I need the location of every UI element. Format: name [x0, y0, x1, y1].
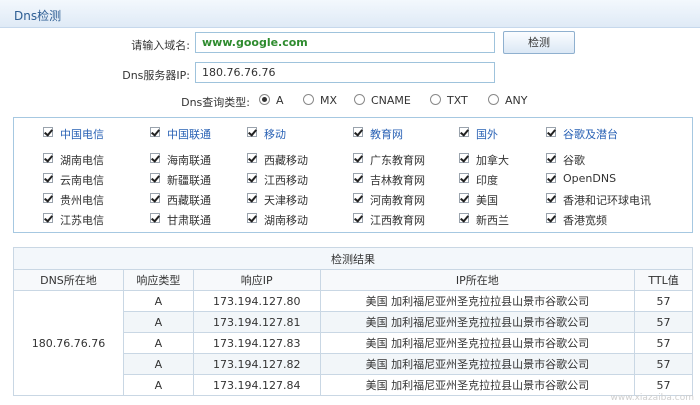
type-cell: A	[122, 332, 194, 354]
ip-cell: 173.194.127.81	[192, 311, 321, 333]
type-cell: A	[122, 353, 194, 375]
type-cell: A	[122, 311, 194, 333]
col-header-type: 响应类型	[122, 269, 194, 291]
panel-title: Dns检测	[14, 9, 62, 23]
domain-input[interactable]	[195, 32, 495, 53]
isp-row: 贵州电信 西藏联通 天津移动 河南教育网 美国 香港和记环球电讯	[14, 191, 694, 209]
isp-header-row: 中国电信 中国联通 移动 教育网 国外 谷歌及潜台	[14, 125, 694, 143]
checkbox-icon[interactable]	[459, 153, 469, 163]
radio-a-label: A	[276, 94, 284, 107]
ttl-cell: 57	[634, 353, 693, 375]
watermark: www.xiazaiba.com	[610, 393, 694, 403]
dns-server-label: Dns服务器IP:	[122, 69, 190, 82]
checkbox-icon[interactable]	[247, 173, 257, 183]
ip-location-cell: 美国 加利福尼亚州圣克拉拉县山景市谷歌公司	[319, 311, 636, 333]
checkbox-icon[interactable]	[247, 153, 257, 163]
radio-a[interactable]	[259, 94, 270, 105]
checkbox-icon[interactable]	[353, 173, 363, 183]
dns-server-input[interactable]	[195, 62, 495, 83]
type-cell: A	[122, 374, 194, 396]
ip-cell: 173.194.127.80	[192, 290, 321, 312]
results-caption: 检测结果	[13, 247, 693, 270]
checkbox-icon[interactable]	[546, 127, 556, 137]
domain-label: 请输入域名:	[131, 39, 190, 52]
query-type-label: Dns查询类型:	[181, 96, 250, 109]
query-type-group: Dns查询类型: A MX CNAME TXT ANY	[0, 92, 700, 110]
type-cell: A	[122, 290, 194, 312]
isp-selection-box: 中国电信 中国联通 移动 教育网 国外 谷歌及潜台 湖南电信 海南联通 西藏移动…	[13, 117, 693, 233]
ttl-cell: 57	[634, 311, 693, 333]
ip-cell: 173.194.127.83	[192, 332, 321, 354]
radio-any-label: ANY	[505, 94, 528, 107]
checkbox-icon[interactable]	[247, 127, 257, 137]
checkbox-icon[interactable]	[43, 153, 53, 163]
checkbox-icon[interactable]	[459, 193, 469, 203]
radio-any[interactable]	[488, 94, 499, 105]
checkbox-icon[interactable]	[353, 127, 363, 137]
checkbox-icon[interactable]	[43, 213, 53, 223]
checkbox-icon[interactable]	[546, 173, 556, 183]
results-table: 检测结果 DNS所在地 响应类型 响应IP IP所在地 TTL值 180.76.…	[13, 247, 693, 396]
checkbox-icon[interactable]	[353, 153, 363, 163]
checkbox-icon[interactable]	[43, 127, 53, 137]
checkbox-icon[interactable]	[546, 193, 556, 203]
panel-titlebar: Dns检测	[0, 0, 700, 28]
radio-mx[interactable]	[303, 94, 314, 105]
checkbox-icon[interactable]	[247, 213, 257, 223]
ip-location-cell: 美国 加利福尼亚州圣克拉拉县山景市谷歌公司	[319, 290, 636, 312]
col-header-ip: 响应IP	[192, 269, 321, 291]
radio-mx-label: MX	[320, 94, 338, 107]
checkbox-icon[interactable]	[459, 213, 469, 223]
checkbox-icon[interactable]	[459, 173, 469, 183]
ttl-cell: 57	[634, 290, 693, 312]
isp-row: 江苏电信 甘肃联通 湖南移动 江西教育网 新西兰 香港宽频	[14, 211, 694, 229]
radio-txt[interactable]	[430, 94, 441, 105]
table-row: 180.76.76.76 A 173.194.127.80 美国 加利福尼亚州圣…	[13, 290, 693, 396]
radio-cname-label: CNAME	[371, 94, 411, 107]
checkbox-icon[interactable]	[43, 173, 53, 183]
radio-cname[interactable]	[354, 94, 365, 105]
checkbox-icon[interactable]	[353, 193, 363, 203]
checkbox-icon[interactable]	[150, 193, 160, 203]
checkbox-icon[interactable]	[546, 213, 556, 223]
detect-button[interactable]: 检测	[503, 31, 575, 54]
ip-cell: 173.194.127.82	[192, 353, 321, 375]
checkbox-icon[interactable]	[150, 127, 160, 137]
col-header-dns-location: DNS所在地	[13, 269, 124, 291]
ip-cell: 173.194.127.84	[192, 374, 321, 396]
checkbox-icon[interactable]	[247, 193, 257, 203]
checkbox-icon[interactable]	[43, 193, 53, 203]
isp-row: 云南电信 新疆联通 江西移动 吉林教育网 印度 OpenDNS	[14, 171, 694, 189]
col-header-ip-location: IP所在地	[319, 269, 636, 291]
checkbox-icon[interactable]	[459, 127, 469, 137]
radio-txt-label: TXT	[447, 94, 468, 107]
checkbox-icon[interactable]	[150, 153, 160, 163]
ip-location-cell: 美国 加利福尼亚州圣克拉拉县山景市谷歌公司	[319, 353, 636, 375]
checkbox-icon[interactable]	[353, 213, 363, 223]
col-header-ttl: TTL值	[634, 269, 693, 291]
checkbox-icon[interactable]	[546, 153, 556, 163]
checkbox-icon[interactable]	[150, 173, 160, 183]
ip-location-cell: 美国 加利福尼亚州圣克拉拉县山景市谷歌公司	[319, 374, 636, 396]
dns-location-cell: 180.76.76.76	[13, 290, 124, 396]
checkbox-icon[interactable]	[150, 213, 160, 223]
isp-row: 湖南电信 海南联通 西藏移动 广东教育网 加拿大 谷歌	[14, 151, 694, 169]
ip-location-cell: 美国 加利福尼亚州圣克拉拉县山景市谷歌公司	[319, 332, 636, 354]
ttl-cell: 57	[634, 332, 693, 354]
